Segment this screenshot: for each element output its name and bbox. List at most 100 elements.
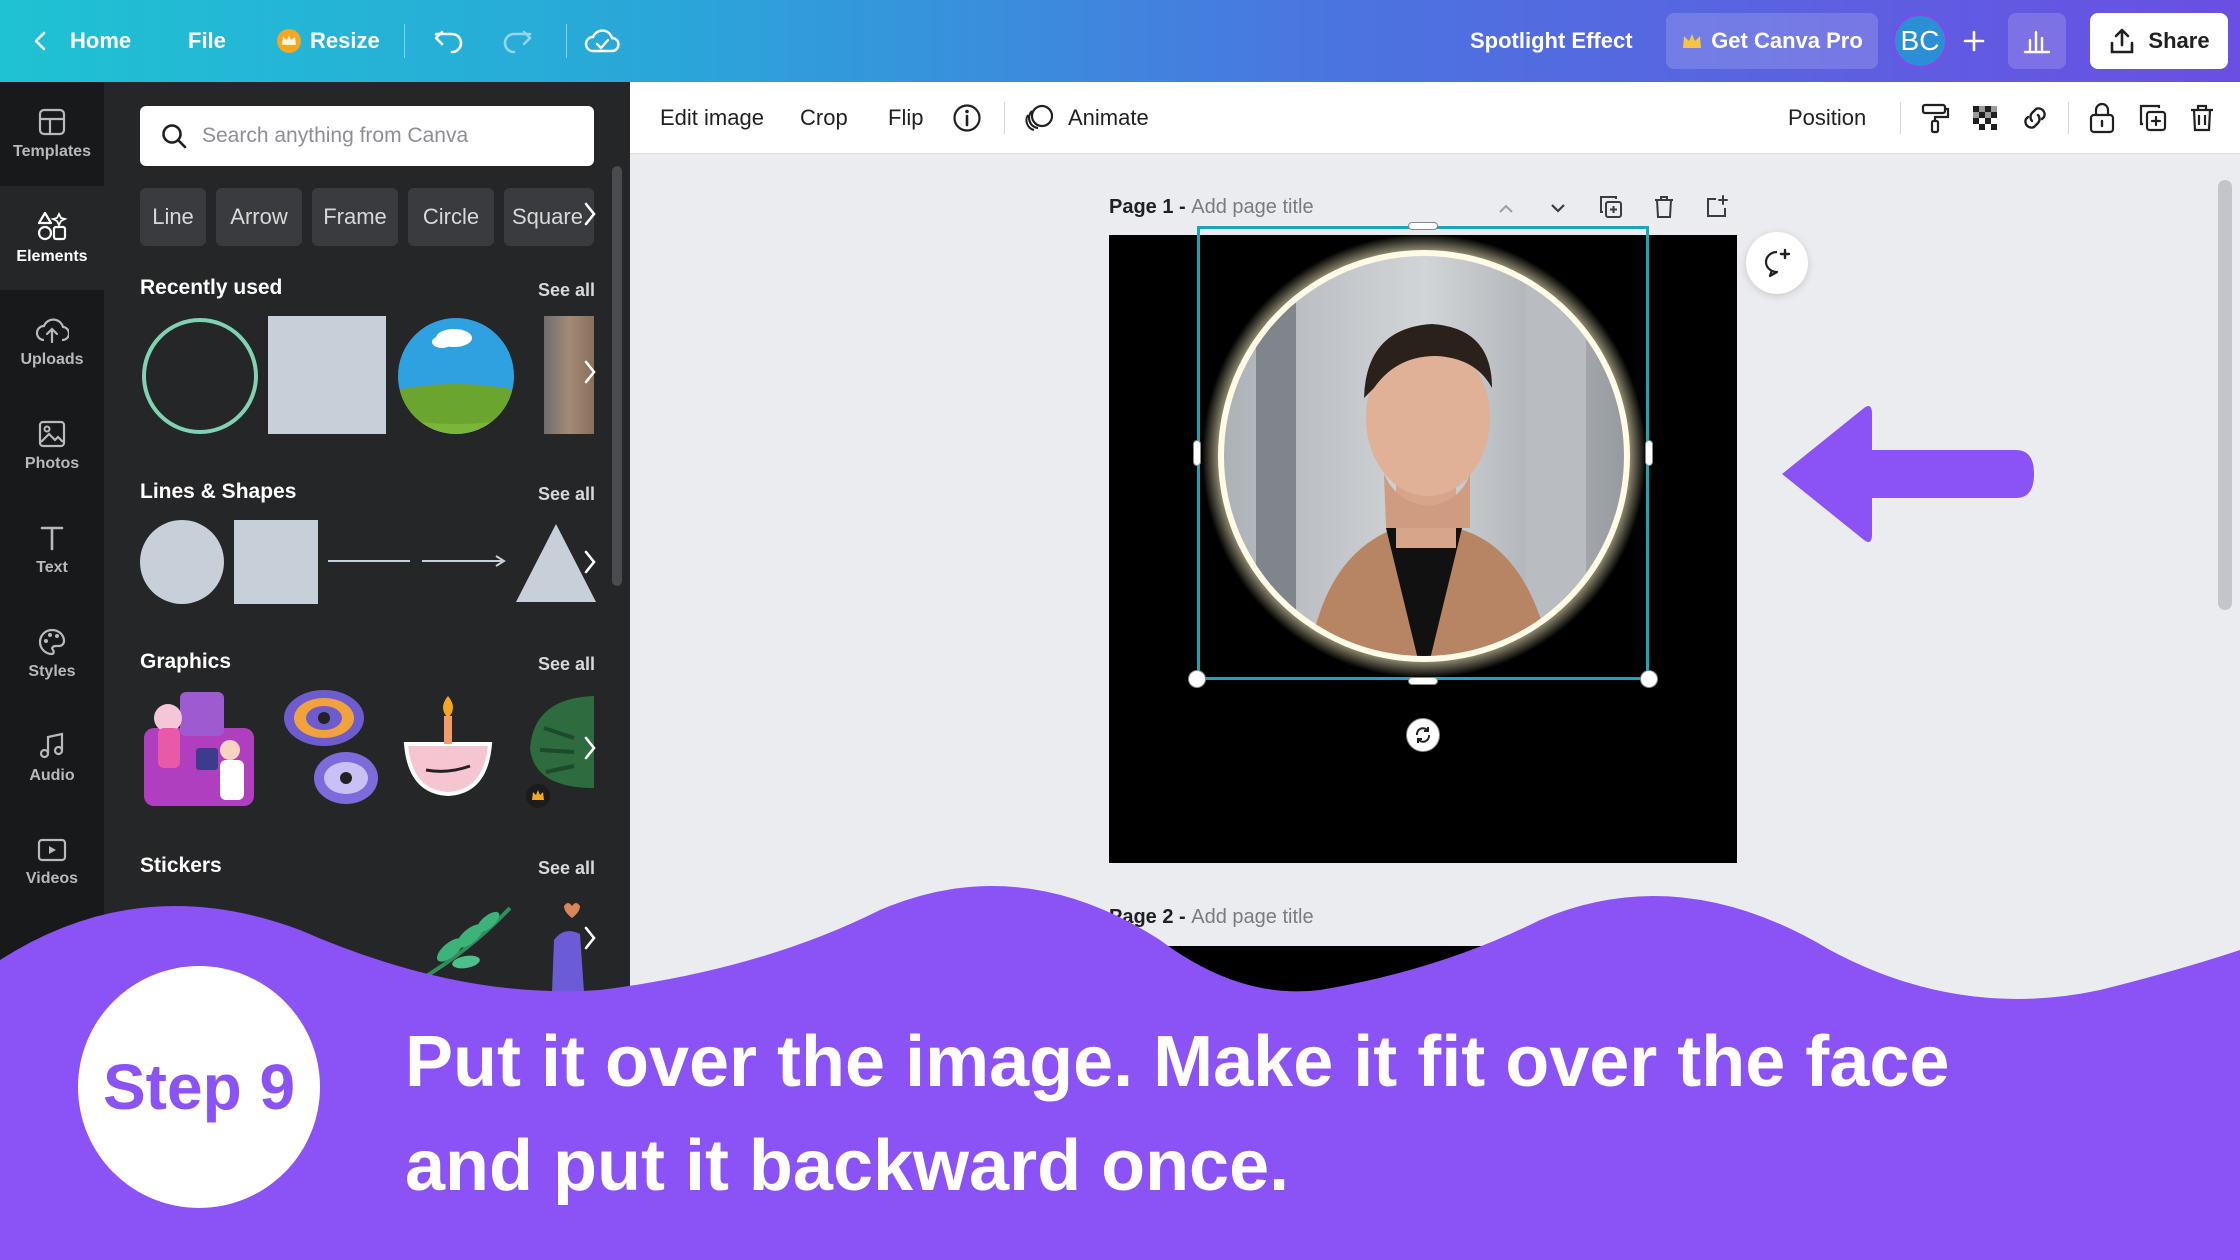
redo-button[interactable] <box>500 0 534 82</box>
rail-label: Text <box>36 559 68 576</box>
rail-item-elements[interactable]: Elements <box>0 186 104 290</box>
insights-button[interactable] <box>2008 13 2066 69</box>
position-button[interactable]: Position <box>1788 82 1866 154</box>
resize-handle-bottom-left[interactable] <box>1188 670 1206 688</box>
chevron-down-icon[interactable] <box>1548 198 1568 218</box>
recent-square-shape[interactable] <box>268 316 386 434</box>
transparency-button[interactable] <box>1970 82 2000 154</box>
info-button[interactable] <box>952 82 982 154</box>
shape-circle[interactable] <box>140 520 224 604</box>
rotate-handle[interactable] <box>1406 718 1440 752</box>
recent-landscape-circle[interactable] <box>396 316 516 436</box>
see-all-recent[interactable]: See all <box>538 280 595 301</box>
delete-button[interactable] <box>2188 82 2216 154</box>
add-comment-button[interactable] <box>1746 232 1808 294</box>
rail-item-templates[interactable]: Templates <box>0 82 104 186</box>
pointer-arrow-icon <box>1782 406 2034 542</box>
graphics-next-button[interactable] <box>582 728 598 776</box>
link-button[interactable] <box>2018 82 2052 154</box>
duplicate-page-icon[interactable] <box>1598 194 1624 220</box>
edit-image-button[interactable]: Edit image <box>660 82 764 154</box>
search-box[interactable] <box>140 106 594 166</box>
crown-icon <box>1683 34 1702 48</box>
rail-item-text[interactable]: Text <box>0 498 104 602</box>
recent-circle-outline[interactable] <box>140 316 260 436</box>
graphic-candle-bowl[interactable] <box>400 692 496 802</box>
see-all-stickers[interactable]: See all <box>538 858 595 879</box>
delete-page-icon[interactable] <box>1652 194 1676 220</box>
avatar[interactable]: BC <box>1892 13 1948 69</box>
resize-handle-bottom[interactable] <box>1408 677 1438 685</box>
undo-button[interactable] <box>432 0 466 82</box>
resize-handle-right[interactable] <box>1645 440 1653 466</box>
bar-chart-icon <box>2023 30 2051 54</box>
instruction-caption: Put it over the image. Make it fit over … <box>405 1010 2205 1218</box>
edit-image-label: Edit image <box>660 105 764 130</box>
redo-icon <box>503 30 532 54</box>
see-all-graphics[interactable]: See all <box>538 654 595 675</box>
invite-button[interactable] <box>1946 13 2002 69</box>
copy-style-button[interactable] <box>1920 82 1950 154</box>
flip-button[interactable]: Flip <box>888 82 923 154</box>
animate-label: Animate <box>1068 105 1149 130</box>
position-label: Position <box>1788 105 1867 130</box>
panel-scrollbar[interactable] <box>612 166 622 586</box>
rail-item-uploads[interactable]: Uploads <box>0 290 104 394</box>
duplicate-button[interactable] <box>2138 82 2168 154</box>
page1-title-input[interactable]: Add page title <box>1191 196 1313 218</box>
selection-box[interactable] <box>1197 226 1649 680</box>
shape-line[interactable] <box>328 560 410 562</box>
shape-square[interactable] <box>234 520 318 604</box>
caption-line-1: Put it over the image. Make it fit over … <box>405 1022 1950 1102</box>
divider <box>566 24 567 58</box>
chevron-up-icon[interactable] <box>1496 198 1516 218</box>
shapes-next-button[interactable] <box>582 542 598 590</box>
file-menu-button[interactable]: File <box>188 0 226 82</box>
save-status-button[interactable] <box>584 0 620 82</box>
graphic-flower-blooms[interactable] <box>276 684 384 808</box>
resize-handle-top[interactable] <box>1408 222 1438 230</box>
lock-button[interactable] <box>2088 82 2116 154</box>
shape-arrow-line[interactable] <box>420 552 508 570</box>
chevron-right-icon <box>584 360 596 384</box>
resize-handle-bottom-right[interactable] <box>1640 670 1658 688</box>
get-canva-pro-button[interactable]: Get Canva Pro <box>1666 13 1878 69</box>
rail-item-audio[interactable]: Audio <box>0 706 104 810</box>
lock-open-icon <box>2089 102 2115 134</box>
chip-frame[interactable]: Frame <box>312 188 398 246</box>
chip-circle[interactable]: Circle <box>408 188 494 246</box>
chip-label: Arrow <box>230 204 288 229</box>
crop-button[interactable]: Crop <box>800 82 848 154</box>
rail-label: Photos <box>24 455 80 472</box>
search-input[interactable] <box>202 124 582 148</box>
rail-label: Elements <box>16 248 88 265</box>
trash-icon <box>2191 104 2213 132</box>
rail-item-photos[interactable]: Photos <box>0 394 104 498</box>
search-icon <box>162 124 187 149</box>
chip-arrow[interactable]: Arrow <box>216 188 302 246</box>
animate-button[interactable]: Animate <box>1024 82 1149 154</box>
chip-line[interactable]: Line <box>140 188 206 246</box>
videos-icon <box>37 838 67 862</box>
rail-label: Styles <box>28 663 76 680</box>
avatar-initials: BC <box>1900 25 1940 56</box>
share-button[interactable]: Share <box>2090 13 2228 69</box>
checkerboard-icon <box>1973 106 1997 130</box>
chip-square[interactable]: Square <box>504 188 594 246</box>
add-page-icon[interactable] <box>1704 194 1730 220</box>
link-icon <box>2024 107 2046 129</box>
uploads-icon <box>35 318 69 344</box>
chips-next-button[interactable] <box>582 194 598 242</box>
recent-next-button[interactable] <box>582 352 598 400</box>
back-home-button[interactable]: Home <box>30 0 131 82</box>
resize-handle-left[interactable] <box>1193 440 1201 466</box>
project-title[interactable]: Spotlight Effect <box>1470 0 1633 82</box>
graphic-people-illustration[interactable] <box>140 688 260 808</box>
see-all-shapes[interactable]: See all <box>538 484 595 505</box>
section-title-stickers: Stickers <box>140 854 222 877</box>
resize-button[interactable]: Resize <box>276 0 380 82</box>
rail-item-styles[interactable]: Styles <box>0 602 104 706</box>
canvas-scrollbar[interactable] <box>2218 180 2232 610</box>
styles-icon <box>38 628 66 656</box>
section-title-recent: Recently used <box>140 276 283 299</box>
